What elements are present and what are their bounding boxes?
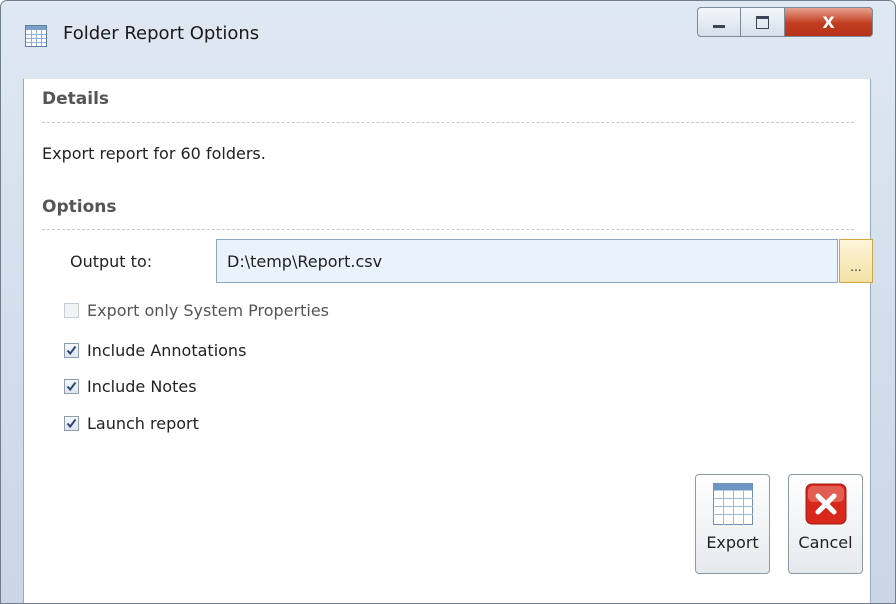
options-divider: [42, 229, 854, 230]
options-heading: Options: [42, 197, 117, 217]
checkbox-launch-report[interactable]: [64, 416, 79, 431]
checkbox-notes[interactable]: [64, 379, 79, 394]
dialog-content: Details Export report for 60 folders. Op…: [23, 79, 873, 603]
checkbox-annotations[interactable]: [64, 343, 79, 358]
checkbox-row-notes[interactable]: Include Notes: [64, 377, 197, 396]
checkbox-row-launch-report[interactable]: Launch report: [64, 414, 199, 433]
minimize-button[interactable]: [697, 7, 741, 37]
cancel-label: Cancel: [798, 533, 853, 552]
details-text: Export report for 60 folders.: [42, 144, 266, 163]
maximize-button[interactable]: [741, 7, 785, 37]
checkmark-icon: [66, 345, 77, 356]
checkbox-row-system-properties[interactable]: Export only System Properties: [64, 301, 329, 320]
export-button[interactable]: Export: [695, 474, 770, 574]
details-divider: [42, 122, 854, 123]
checkmark-icon: [66, 381, 77, 392]
checkbox-label: Launch report: [87, 414, 199, 433]
close-icon: X: [822, 12, 835, 32]
close-button[interactable]: X: [785, 7, 873, 37]
browse-button[interactable]: ...: [839, 239, 873, 283]
maximize-icon: [756, 15, 769, 29]
window-title: Folder Report Options: [63, 23, 260, 44]
output-label: Output to:: [70, 252, 153, 271]
output-path-field[interactable]: [216, 239, 838, 283]
cancel-button[interactable]: Cancel: [788, 474, 863, 574]
checkbox-label: Export only System Properties: [87, 301, 329, 320]
details-heading: Details: [42, 89, 110, 109]
window-controls: X: [697, 7, 873, 37]
checkbox-label: Include Annotations: [87, 341, 247, 360]
title-bar[interactable]: Folder Report Options X: [1, 1, 895, 79]
table-icon: [25, 25, 47, 47]
spreadsheet-icon: [712, 483, 753, 525]
checkmark-icon: [66, 418, 77, 429]
minimize-icon: [713, 24, 725, 28]
dialog-window: Folder Report Options X Details Export r…: [0, 0, 896, 604]
checkbox-system-properties[interactable]: [64, 303, 79, 318]
export-label: Export: [706, 533, 759, 552]
red-x-icon: [805, 483, 846, 525]
checkbox-row-annotations[interactable]: Include Annotations: [64, 341, 246, 360]
browse-label: ...: [850, 260, 862, 274]
checkbox-label: Include Notes: [87, 377, 197, 396]
